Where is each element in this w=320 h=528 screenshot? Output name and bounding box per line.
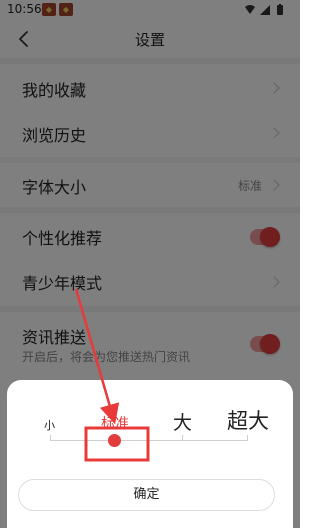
font-size-track[interactable] — [50, 435, 248, 441]
track-tick — [50, 435, 51, 440]
font-option-large[interactable]: 大 — [173, 408, 192, 435]
track-tick — [247, 435, 248, 440]
settings-page: 10:56 ◆ ◆ 设置 我的收藏 浏览历史 字体大小 标准 — [0, 0, 300, 528]
track-tick — [182, 435, 183, 440]
font-option-small[interactable]: 小 — [44, 417, 55, 433]
font-option-standard[interactable]: 标准 — [101, 413, 129, 433]
font-size-sheet: 小 标准 大 超大 确定 — [7, 380, 293, 528]
font-option-extra-large[interactable]: 超大 — [227, 405, 269, 435]
confirm-button[interactable]: 确定 — [18, 479, 275, 511]
font-size-slider-handle[interactable] — [108, 434, 121, 447]
